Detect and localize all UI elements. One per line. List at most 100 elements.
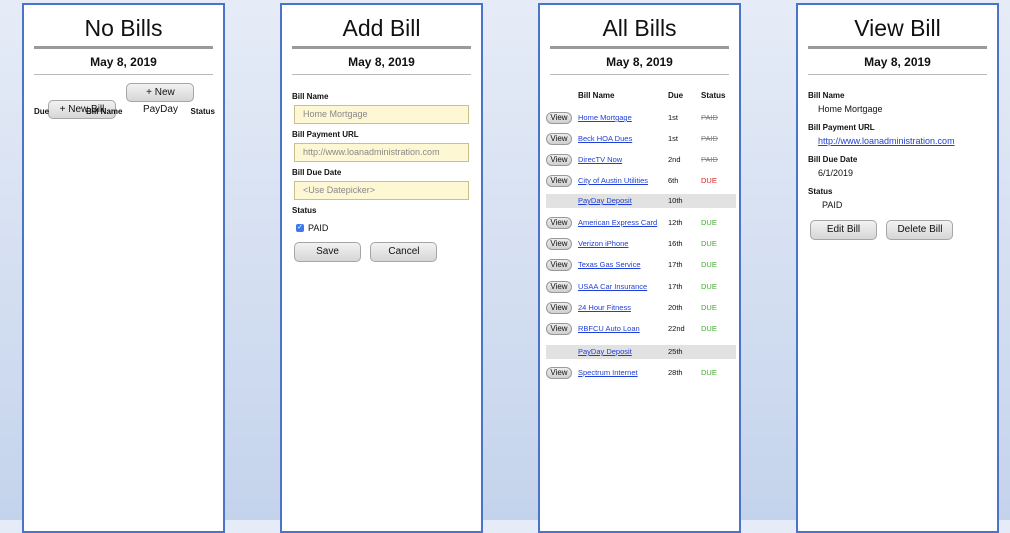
bill-due: 1st: [668, 113, 679, 122]
view-button[interactable]: View: [546, 259, 572, 271]
cancel-button[interactable]: Cancel: [370, 242, 438, 262]
bill-name-link[interactable]: Home Mortgage: [578, 111, 632, 125]
col-bill-name: Bill Name: [86, 107, 123, 116]
no-bills-panel: No Bills May 8, 2019 + New Bill + New Pa…: [22, 3, 225, 533]
bill-due: 10th: [668, 196, 683, 205]
bill-url-link[interactable]: http://www.loanadministration.com: [818, 136, 997, 146]
bill-url-label: Bill Payment URL: [292, 130, 359, 139]
add-bill-panel: Add Bill May 8, 2019 Bill Name Home Mort…: [280, 3, 483, 533]
page-title: All Bills: [602, 15, 677, 41]
view-button[interactable]: View: [546, 281, 572, 293]
status-value: PAID: [822, 200, 843, 210]
bill-due-date-input[interactable]: <Use Datepicker>: [294, 181, 469, 200]
page-title: Add Bill: [342, 15, 421, 41]
paid-label: PAID: [308, 223, 329, 233]
bill-url-input[interactable]: http://www.loanadministration.com: [294, 143, 469, 162]
bill-row: View City of Austin Utilities 6th DUE: [540, 174, 743, 188]
bill-due-date-value: 6/1/2019: [818, 168, 854, 178]
view-button[interactable]: View: [546, 175, 572, 187]
save-button[interactable]: Save: [294, 242, 361, 262]
view-button[interactable]: View: [546, 112, 572, 124]
page-title: View Bill: [854, 15, 941, 41]
bill-due: 6th: [668, 176, 679, 185]
current-date: May 8, 2019: [864, 55, 931, 69]
bill-url-label: Bill Payment URL: [808, 123, 875, 132]
bill-row: View Home Mortgage 1st PAID: [540, 111, 743, 125]
bill-status: DUE: [701, 176, 717, 185]
view-button[interactable]: View: [546, 238, 572, 250]
bill-row: View Beck HOA Dues 1st PAID: [540, 132, 743, 146]
view-button[interactable]: View: [546, 323, 572, 335]
bill-status: PAID: [701, 113, 718, 122]
bill-row: View Verizon iPhone 16th DUE: [540, 237, 743, 251]
title-divider: [808, 46, 987, 49]
bill-status: PAID: [701, 134, 718, 143]
delete-bill-button[interactable]: Delete Bill: [886, 220, 954, 240]
all-bills-panel: All Bills May 8, 2019 Bill Name Due Stat…: [538, 3, 741, 533]
title-divider: [292, 46, 471, 49]
new-payday-button[interactable]: + New PayDay: [126, 83, 195, 115]
col-status: Status: [701, 91, 726, 100]
bill-status: PAID: [701, 155, 718, 164]
bill-status: DUE: [701, 239, 717, 248]
bill-due-date-label: Bill Due Date: [808, 155, 858, 164]
view-button[interactable]: View: [546, 133, 572, 145]
bill-due: 28th: [668, 368, 683, 377]
bill-status: DUE: [701, 218, 717, 227]
bill-status: DUE: [701, 282, 717, 291]
bill-name-link[interactable]: Beck HOA Dues: [578, 132, 632, 146]
date-divider: [550, 74, 729, 75]
paid-checkbox[interactable]: ✓: [296, 224, 304, 232]
bill-due: 16th: [668, 239, 683, 248]
view-button[interactable]: View: [546, 367, 572, 379]
view-button[interactable]: View: [546, 302, 572, 314]
col-bill-name: Bill Name: [578, 91, 615, 100]
col-due: Due: [668, 91, 684, 100]
bill-due: 12th: [668, 218, 683, 227]
bill-name-link[interactable]: DirecTV Now: [578, 153, 622, 167]
bill-due: 17th: [668, 260, 683, 269]
view-button[interactable]: View: [546, 217, 572, 229]
payday-row: PayDay Deposit 10th: [546, 194, 736, 208]
bill-row: View 24 Hour Fitness 20th DUE: [540, 301, 743, 315]
bill-row: View Spectrum Internet 28th DUE: [540, 366, 743, 380]
view-button[interactable]: View: [546, 154, 572, 166]
bill-name-link[interactable]: Verizon iPhone: [578, 237, 628, 251]
bill-name-label: Bill Name: [292, 92, 329, 101]
current-date: May 8, 2019: [348, 55, 415, 69]
date-divider: [34, 74, 213, 75]
current-date: May 8, 2019: [90, 55, 157, 69]
bill-name-label: Bill Name: [808, 91, 845, 100]
bill-due: 20th: [668, 303, 683, 312]
status-label: Status: [808, 187, 833, 196]
bill-name-link[interactable]: USAA Car Insurance: [578, 280, 647, 294]
payday-row: PayDay Deposit 25th: [546, 345, 736, 359]
bill-name-link[interactable]: 24 Hour Fitness: [578, 301, 631, 315]
view-bill-panel: View Bill May 8, 2019 Bill Name Home Mor…: [796, 3, 999, 533]
bill-due: 22nd: [668, 324, 685, 333]
bill-name-input[interactable]: Home Mortgage: [294, 105, 469, 124]
bill-due-date-label: Bill Due Date: [292, 168, 342, 177]
bill-name-link[interactable]: Spectrum Internet: [578, 366, 638, 380]
edit-bill-button[interactable]: Edit Bill: [810, 220, 877, 240]
bill-status: DUE: [701, 260, 717, 269]
bill-status: DUE: [701, 368, 717, 377]
bill-row: View Texas Gas Service 17th DUE: [540, 258, 743, 272]
bill-name-link[interactable]: Texas Gas Service: [578, 258, 641, 272]
col-due: Due: [34, 107, 50, 116]
status-label: Status: [292, 206, 317, 215]
bill-name-link[interactable]: PayDay Deposit: [578, 345, 632, 359]
title-divider: [34, 46, 213, 49]
bill-due: 17th: [668, 282, 683, 291]
bill-name-link[interactable]: City of Austin Utilities: [578, 174, 648, 188]
bill-row: View RBFCU Auto Loan 22nd DUE: [540, 322, 743, 336]
bill-status: DUE: [701, 324, 717, 333]
bill-row: View American Express Card 12th DUE: [540, 216, 743, 230]
bill-name-link[interactable]: American Express Card: [578, 216, 657, 230]
bill-due: 2nd: [668, 155, 681, 164]
col-status: Status: [190, 107, 215, 116]
bill-row: View USAA Car Insurance 17th DUE: [540, 280, 743, 294]
bill-name-link[interactable]: RBFCU Auto Loan: [578, 322, 640, 336]
bill-name-link[interactable]: PayDay Deposit: [578, 194, 632, 208]
current-date: May 8, 2019: [606, 55, 673, 69]
